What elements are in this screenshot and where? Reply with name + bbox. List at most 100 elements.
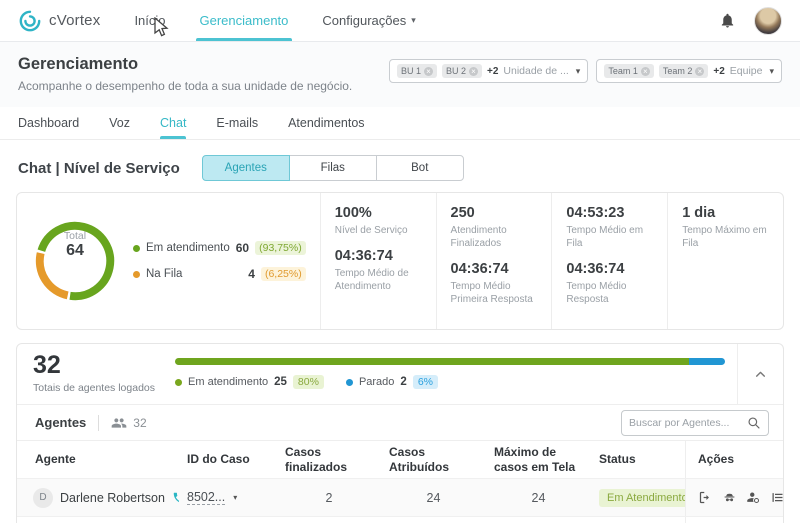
- donut-total-label: Total: [64, 230, 86, 242]
- col-acoes: Ações: [685, 441, 783, 478]
- agents-total-value: 32: [33, 352, 155, 380]
- agents-table-header-bar: Agentes 32: [17, 404, 783, 440]
- donut-legend: Em atendimento 60 (93,75%) Na Fila 4 (6,…: [125, 193, 320, 329]
- kpi-nivel-servico: 100% Nível de Serviço: [335, 205, 422, 237]
- bar-segment-parado: [689, 358, 725, 365]
- case-cell: 8502... ▾: [179, 490, 277, 505]
- actions-cell: [685, 517, 783, 523]
- phone-call-icon[interactable]: [172, 491, 179, 505]
- chevron-down-icon[interactable]: ▾: [769, 66, 774, 77]
- agents-status-bar-area: Em atendimento 25 80% Parado 2 6%: [169, 344, 737, 404]
- kpi-tempo-medio-atendimento: 04:36:74 Tempo Médio de Atendimento: [335, 248, 422, 293]
- bar-legend-label: Parado: [359, 376, 394, 388]
- kpi-label: Atendimento Finalizados: [451, 224, 538, 250]
- bar-legend-parado: Parado 2 6%: [346, 375, 438, 389]
- cvortex-logo: [18, 9, 42, 33]
- section-title: Chat | Nível de Serviço: [18, 160, 180, 177]
- team-filter[interactable]: Team 1 × Team 2 × +2 Equipe ▾: [596, 59, 782, 83]
- nav-configuracoes-label: Configurações: [322, 13, 406, 28]
- kpi-value: 04:53:23: [566, 205, 653, 221]
- col-id-caso: ID do Caso: [179, 452, 277, 467]
- donut-total-value: 64: [66, 242, 84, 260]
- bell-icon[interactable]: [719, 12, 736, 29]
- search-input[interactable]: [629, 417, 747, 429]
- page-subtitle: Acompanhe o desempenho de toda a sua uni…: [18, 79, 352, 93]
- chevron-up-icon: [754, 368, 767, 381]
- kpi-column: 04:53:23 Tempo Médio em Fila 04:36:74 Te…: [551, 193, 667, 329]
- filter-chip[interactable]: Team 2 ×: [659, 64, 709, 78]
- user-avatar[interactable]: [754, 7, 782, 35]
- kpi-column: 100% Nível de Serviço 04:36:74 Tempo Méd…: [320, 193, 436, 329]
- bar-legend-value: 2: [400, 376, 406, 388]
- status-badge: Em Atendimento: [599, 489, 685, 507]
- filter-chip[interactable]: BU 2 ×: [442, 64, 482, 78]
- bar-legend-pct-badge: 6%: [413, 375, 438, 389]
- segment-agentes[interactable]: Agentes: [202, 155, 290, 181]
- business-unit-filter[interactable]: BU 1 × BU 2 × +2 Unidade de ... ▾: [389, 59, 588, 83]
- monitor-agent-icon[interactable]: [722, 490, 737, 505]
- tab-atendimentos[interactable]: Atendimentos: [288, 107, 364, 139]
- filter-chip[interactable]: Team 1 ×: [604, 64, 654, 78]
- tab-chat[interactable]: Chat: [160, 107, 186, 139]
- service-level-header: Chat | Nível de Serviço Agentes Filas Bo…: [0, 140, 800, 192]
- chip-remove-icon[interactable]: ×: [424, 67, 433, 76]
- cases-assigned-value: 24: [381, 491, 486, 505]
- tab-voz[interactable]: Voz: [109, 107, 130, 139]
- bar-legend-pct-badge: 80%: [293, 375, 324, 389]
- nav-inicio[interactable]: Início: [134, 0, 165, 41]
- segment-filas[interactable]: Filas: [289, 155, 377, 181]
- bar-legend-em-atendimento: Em atendimento 25 80%: [175, 375, 324, 389]
- filter-chip[interactable]: BU 1 ×: [397, 64, 437, 78]
- segment-label: Filas: [321, 162, 345, 174]
- col-casos-finalizados: Casos finalizados: [277, 445, 381, 475]
- col-agente: Agente: [17, 452, 179, 467]
- legend-na-fila: Na Fila 4 (6,25%): [133, 267, 306, 281]
- chip-remove-icon[interactable]: ×: [469, 67, 478, 76]
- brand[interactable]: cVortex: [18, 0, 100, 41]
- avatar: D: [33, 488, 53, 508]
- nav-inicio-label: Início: [134, 13, 165, 28]
- table-header-row: Agente ID do Caso Casos finalizados Caso…: [17, 440, 783, 478]
- kpi-label: Tempo Médio Primeira Resposta: [451, 280, 538, 306]
- bar-legend: Em atendimento 25 80% Parado 2 6%: [175, 375, 725, 389]
- legend-label: Na Fila: [146, 268, 242, 280]
- chip-remove-icon[interactable]: ×: [695, 67, 704, 76]
- kpi-value: 04:36:74: [451, 261, 538, 277]
- nav-gerenciamento[interactable]: Gerenciamento: [200, 0, 289, 41]
- tab-emails[interactable]: E-mails: [216, 107, 258, 139]
- chip-remove-icon[interactable]: ×: [641, 67, 650, 76]
- blue-dot-icon: [346, 379, 353, 386]
- segment-label: Agentes: [225, 162, 267, 174]
- kpi-label: Tempo Médio Resposta: [566, 280, 653, 306]
- page-title: Gerenciamento: [18, 55, 352, 74]
- queue-list-icon[interactable]: [770, 490, 785, 505]
- legend-pct-badge: (93,75%): [255, 241, 306, 255]
- attendance-donut-chart: Total 64: [17, 193, 125, 329]
- topbar-right: [719, 0, 782, 41]
- bar-legend-label: Em atendimento: [188, 376, 268, 388]
- chevron-down-icon[interactable]: ▾: [233, 493, 237, 502]
- collapse-panel-button[interactable]: [737, 344, 783, 404]
- case-id-link[interactable]: 8502...: [187, 490, 225, 505]
- tab-label: Dashboard: [18, 116, 79, 130]
- segment-bot[interactable]: Bot: [376, 155, 464, 181]
- legend-em-atendimento: Em atendimento 60 (93,75%): [133, 241, 306, 255]
- status-cell: Em Atendimento Solicitou: [591, 489, 685, 507]
- logout-icon[interactable]: [698, 490, 713, 505]
- col-maximo-casos: Máximo de casos em Tela: [486, 445, 591, 475]
- chevron-down-icon: ▾: [411, 15, 416, 26]
- page-header-text: Gerenciamento Acompanhe o desempenho de …: [18, 55, 352, 93]
- brand-name: cVortex: [49, 12, 100, 29]
- chevron-down-icon[interactable]: ▾: [576, 66, 581, 77]
- tab-dashboard[interactable]: Dashboard: [18, 107, 79, 139]
- agent-config-icon[interactable]: [746, 490, 761, 505]
- agents-search-box[interactable]: [621, 410, 769, 436]
- agents-overview: 32 Totais de agentes logados Em atendime…: [17, 344, 783, 404]
- segment-label: Bot: [411, 162, 428, 174]
- agents-total: 32 Totais de agentes logados: [17, 344, 169, 404]
- search-icon[interactable]: [747, 416, 761, 430]
- legend-pct-badge: (6,25%): [261, 267, 306, 281]
- orange-dot-icon: [133, 271, 140, 278]
- green-dot-icon: [133, 245, 140, 252]
- nav-configuracoes[interactable]: Configurações ▾: [322, 0, 415, 41]
